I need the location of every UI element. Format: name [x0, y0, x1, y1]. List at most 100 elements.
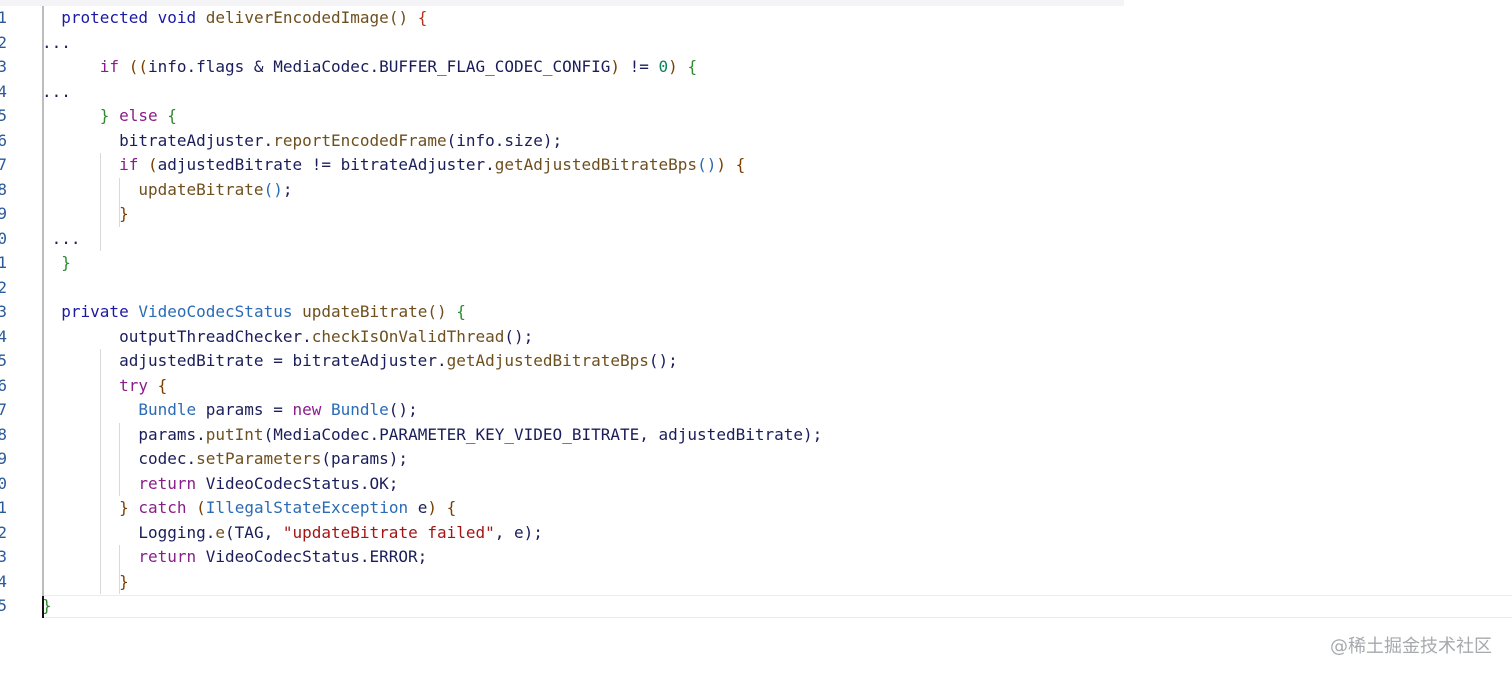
- code-line[interactable]: 11 }: [0, 251, 1512, 276]
- code-token: adjustedBitrate != bitrateAdjuster.: [157, 155, 495, 174]
- code-token: (): [697, 155, 717, 174]
- code-text: Bundle params = new Bundle();: [42, 398, 417, 423]
- code-line[interactable]: 9 }: [0, 202, 1512, 227]
- line-number: 24: [0, 571, 7, 591]
- code-line[interactable]: 24 }: [0, 570, 1512, 595]
- code-token: }: [61, 253, 71, 272]
- code-line[interactable]: 2...: [0, 31, 1512, 56]
- code-token: reportEncodedFrame: [273, 130, 447, 150]
- line-number: 9: [0, 204, 7, 223]
- code-token: outputThreadChecker.: [42, 326, 312, 346]
- code-token: );: [523, 522, 543, 542]
- code-token: VideoCodecStatus.ERROR;: [196, 547, 428, 566]
- code-token: }: [119, 498, 129, 517]
- code-token: (: [321, 449, 331, 468]
- code-token: );: [542, 130, 563, 150]
- code-text: adjustedBitrate = bitrateAdjuster.getAdj…: [42, 349, 678, 374]
- indent-guide: [100, 349, 101, 594]
- line-number: 7: [0, 155, 7, 174]
- code-token: ;: [282, 179, 293, 199]
- line-number: 22: [0, 522, 7, 542]
- code-line[interactable]: 10 ...: [0, 227, 1512, 252]
- code-token: {: [456, 302, 466, 321]
- code-text: }: [42, 570, 129, 595]
- indent-guide: [100, 153, 101, 251]
- line-number: 11: [0, 253, 7, 272]
- code-token: {: [167, 106, 177, 125]
- code-token: protected: [61, 8, 148, 27]
- code-text: Logging.e(TAG, "updateBitrate failed", e…: [42, 521, 543, 546]
- code-line[interactable]: 16 try {: [0, 374, 1512, 399]
- line-number: 19: [0, 449, 7, 468]
- code-line[interactable]: 6 bitrateAdjuster.reportEncodedFrame(inf…: [0, 129, 1512, 154]
- code-token: ...: [42, 228, 81, 248]
- code-token: , e: [494, 522, 524, 542]
- code-editor[interactable]: 1 protected void deliverEncodedImage() {…: [0, 6, 1512, 616]
- code-token: getAdjustedBitrateBps: [446, 351, 649, 370]
- code-token: );: [803, 424, 823, 444]
- code-token: else: [119, 106, 158, 125]
- code-line[interactable]: 12: [0, 276, 1512, 301]
- code-token: VideoCodecStatus: [138, 302, 293, 321]
- code-token: if: [119, 155, 139, 174]
- code-line[interactable]: 19 codec.setParameters(params);: [0, 447, 1512, 472]
- code-line[interactable]: 14 outputThreadChecker.checkIsOnValidThr…: [0, 325, 1512, 350]
- code-token: ((: [128, 57, 148, 76]
- code-token: (: [263, 424, 274, 444]
- code-token: ();: [648, 351, 678, 370]
- code-line[interactable]: 5 } else {: [0, 104, 1512, 129]
- code-line[interactable]: 7 if (adjustedBitrate != bitrateAdjuster…: [0, 153, 1512, 178]
- code-token: catch: [138, 498, 187, 517]
- code-token: (): [427, 302, 447, 321]
- code-text: } catch (IllegalStateException e) {: [42, 496, 456, 521]
- line-number: 23: [0, 547, 7, 566]
- code-token: (: [196, 498, 206, 517]
- code-text: bitrateAdjuster.reportEncodedFrame(info.…: [42, 129, 562, 154]
- code-line[interactable]: 1 protected void deliverEncodedImage() {: [0, 6, 1512, 31]
- code-token: if: [99, 57, 120, 76]
- code-line[interactable]: 15 adjustedBitrate = bitrateAdjuster.get…: [0, 349, 1512, 374]
- code-token: (: [225, 522, 235, 542]
- line-number: 8: [0, 179, 7, 199]
- code-line[interactable]: 4...: [0, 80, 1512, 105]
- code-line[interactable]: 23 return VideoCodecStatus.ERROR;: [0, 545, 1512, 570]
- code-token: params: [331, 449, 389, 468]
- code-token: "updateBitrate failed": [282, 522, 495, 542]
- code-token: Bundle: [331, 400, 389, 419]
- code-line[interactable]: 3 if ((info.flags & MediaCodec.BUFFER_FL…: [0, 55, 1512, 80]
- code-line[interactable]: 21 } catch (IllegalStateException e) {: [0, 496, 1512, 521]
- code-line[interactable]: 17 Bundle params = new Bundle();: [0, 398, 1512, 423]
- code-token: info.flags & MediaCodec.BUFFER_FLAG_CODE…: [147, 57, 611, 76]
- indent-guide: [119, 422, 120, 496]
- code-line[interactable]: 8 updateBitrate();: [0, 178, 1512, 203]
- code-line[interactable]: 13 private VideoCodecStatus updateBitrat…: [0, 300, 1512, 325]
- code-line[interactable]: 22 Logging.e(TAG, "updateBitrate failed"…: [0, 521, 1512, 546]
- code-token: IllegalStateException: [205, 498, 409, 517]
- line-number: 12: [0, 277, 7, 297]
- code-token: (): [388, 8, 409, 27]
- code-token: updateBitrate: [138, 179, 264, 199]
- code-token: setParameters: [196, 449, 322, 468]
- code-token: (): [263, 179, 283, 199]
- code-token: params =: [196, 400, 293, 419]
- code-line[interactable]: 20 return VideoCodecStatus.OK;: [0, 472, 1512, 497]
- code-line[interactable]: 18 params.putInt(MediaCodec.PARAMETER_KE…: [0, 423, 1512, 448]
- code-text: ...: [42, 31, 71, 56]
- code-text: protected void deliverEncodedImage() {: [42, 6, 427, 31]
- code-token: e: [215, 522, 226, 542]
